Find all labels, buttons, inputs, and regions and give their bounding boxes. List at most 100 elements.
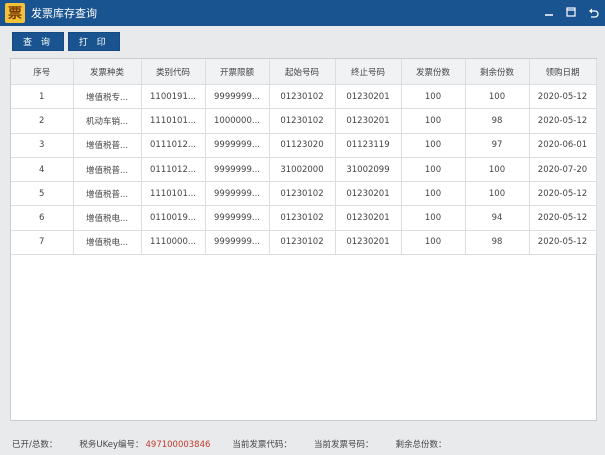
table-cell: 01230102 <box>269 181 336 207</box>
table-cell: 100 <box>401 133 466 158</box>
table-cell: 1 <box>11 84 74 110</box>
table-cell: 0110019... <box>141 205 206 231</box>
toolbar: 查 询 打 印 <box>12 32 120 51</box>
query-button[interactable]: 查 询 <box>12 32 64 51</box>
table-cell: 2020-05-12 <box>529 205 597 231</box>
table-cell: 100 <box>401 181 466 207</box>
table-cell: 1110101... <box>141 181 206 207</box>
table-cell: 9999999... <box>205 205 270 231</box>
table-row[interactable]: 6 增值税电... 0110019... 9999999... 01230102… <box>11 205 597 231</box>
print-button-label: 打 印 <box>78 38 109 48</box>
table-cell: 2020-06-01 <box>529 133 597 158</box>
app-logo: 票 <box>5 3 25 23</box>
remaining-total-label: 剩余总份数： <box>395 440 447 450</box>
table-cell: 01230201 <box>335 181 402 207</box>
table-cell: 9999999... <box>205 181 270 207</box>
table-cell: 100 <box>401 84 466 110</box>
print-button[interactable]: 打 印 <box>67 32 120 51</box>
table-row[interactable]: 2 机动车销... 1110101... 1000000... 01230102… <box>11 108 597 134</box>
table-cell: 100 <box>401 157 466 183</box>
table-row[interactable]: 5 增值税普... 1110101... 9999999... 01230102… <box>11 181 597 207</box>
table-cell: 0111012... <box>141 157 206 183</box>
column-header[interactable]: 终止号码 <box>335 59 402 85</box>
table-cell: 31002000 <box>269 157 336 183</box>
table-cell: 100 <box>465 84 530 110</box>
status-bar: 已开/总数： 税务UKey编号： 497100003846 当前发票代码： 当前发… <box>0 433 605 455</box>
table-cell: 9999999... <box>205 230 270 256</box>
table-cell: 01230102 <box>269 108 336 134</box>
table-cell: 01230102 <box>269 205 336 231</box>
table-cell: 2020-05-12 <box>529 108 597 134</box>
minimize-icon[interactable] <box>543 6 555 18</box>
ukey-value: 497100003846 <box>145 440 211 450</box>
column-header[interactable]: 开票限额 <box>205 59 270 85</box>
title-bar: 票 发票库存查询 <box>0 0 605 26</box>
table-cell: 9999999... <box>205 157 270 183</box>
ukey-info: 税务UKey编号： 497100003846 <box>79 438 210 450</box>
table-cell: 2020-05-12 <box>529 181 597 207</box>
table-cell: 增值税普... <box>73 157 142 183</box>
table-row[interactable]: 3 增值税普... 0111012... 9999999... 01123020… <box>11 133 597 158</box>
table-cell: 1110000... <box>141 230 206 256</box>
table-cell: 94 <box>465 205 530 231</box>
table-cell: 100 <box>401 205 466 231</box>
table-cell: 增值税普... <box>73 133 142 158</box>
column-header[interactable]: 剩余份数 <box>465 59 530 85</box>
table-cell: 31002099 <box>335 157 402 183</box>
current-number-label: 当前发票号码： <box>313 440 374 450</box>
current-code-label: 当前发票代码： <box>232 440 292 450</box>
ukey-label: 税务UKey编号： <box>79 440 144 450</box>
column-header[interactable]: 起始号码 <box>269 59 336 85</box>
table-cell: 97 <box>465 133 530 158</box>
table-cell: 9999999... <box>205 133 270 158</box>
window-controls <box>543 6 599 18</box>
window-title: 发票库存查询 <box>31 7 97 20</box>
table-cell: 01230102 <box>269 84 336 110</box>
query-button-label: 查 询 <box>23 38 53 48</box>
column-header[interactable]: 类别代码 <box>141 59 206 85</box>
table-cell: 增值税电... <box>73 230 142 256</box>
table-cell: 100 <box>465 157 530 183</box>
inventory-table: 序号 发票种类 类别代码 开票限额 起始号码 终止号码 发票份数 剩余份数 领购… <box>11 59 597 256</box>
inventory-table-panel: 序号 发票种类 类别代码 开票限额 起始号码 终止号码 发票份数 剩余份数 领购… <box>10 58 597 421</box>
table-cell: 100 <box>465 181 530 207</box>
table-cell: 1100191... <box>141 84 206 110</box>
table-cell: 9999999... <box>205 84 270 110</box>
table-cell: 4 <box>11 157 74 183</box>
table-cell: 5 <box>11 181 74 207</box>
table-cell: 100 <box>401 230 466 256</box>
column-header[interactable]: 发票份数 <box>401 59 466 85</box>
table-cell: 1000000... <box>205 108 270 134</box>
issued-count-label: 已开/总数： <box>12 440 58 450</box>
back-icon[interactable] <box>587 6 599 18</box>
table-cell: 01230201 <box>335 108 402 134</box>
table-cell: 2020-07-20 <box>529 157 597 183</box>
column-header[interactable]: 领购日期 <box>529 59 597 85</box>
maximize-icon[interactable] <box>565 6 577 18</box>
table-cell: 增值税专... <box>73 84 142 110</box>
table-cell: 01123119 <box>335 133 402 158</box>
table-cell: 增值税普... <box>73 181 142 207</box>
column-header[interactable]: 发票种类 <box>73 59 142 85</box>
table-row[interactable]: 7 增值税电... 1110000... 9999999... 01230102… <box>11 230 597 256</box>
table-row[interactable]: 4 增值税普... 0111012... 9999999... 31002000… <box>11 157 597 183</box>
table-cell: 01230102 <box>269 230 336 256</box>
table-cell: 01230201 <box>335 205 402 231</box>
table-cell: 01230201 <box>335 230 402 256</box>
table-cell: 增值税电... <box>73 205 142 231</box>
table-cell: 2020-05-12 <box>529 84 597 110</box>
table-cell: 3 <box>11 133 74 158</box>
column-header[interactable]: 序号 <box>11 59 74 85</box>
table-cell: 2020-05-12 <box>529 230 597 256</box>
table-cell: 01123020 <box>269 133 336 158</box>
table-cell: 6 <box>11 205 74 231</box>
table-cell: 1110101... <box>141 108 206 134</box>
table-cell: 100 <box>401 108 466 134</box>
table-cell: 7 <box>11 230 74 256</box>
table-cell: 01230201 <box>335 84 402 110</box>
table-header-row: 序号 发票种类 类别代码 开票限额 起始号码 终止号码 发票份数 剩余份数 领购… <box>11 59 597 85</box>
table-cell: 机动车销... <box>73 108 142 134</box>
table-cell: 0111012... <box>141 133 206 158</box>
table-row[interactable]: 1 增值税专... 1100191... 9999999... 01230102… <box>11 84 597 110</box>
table-cell: 98 <box>465 230 530 256</box>
